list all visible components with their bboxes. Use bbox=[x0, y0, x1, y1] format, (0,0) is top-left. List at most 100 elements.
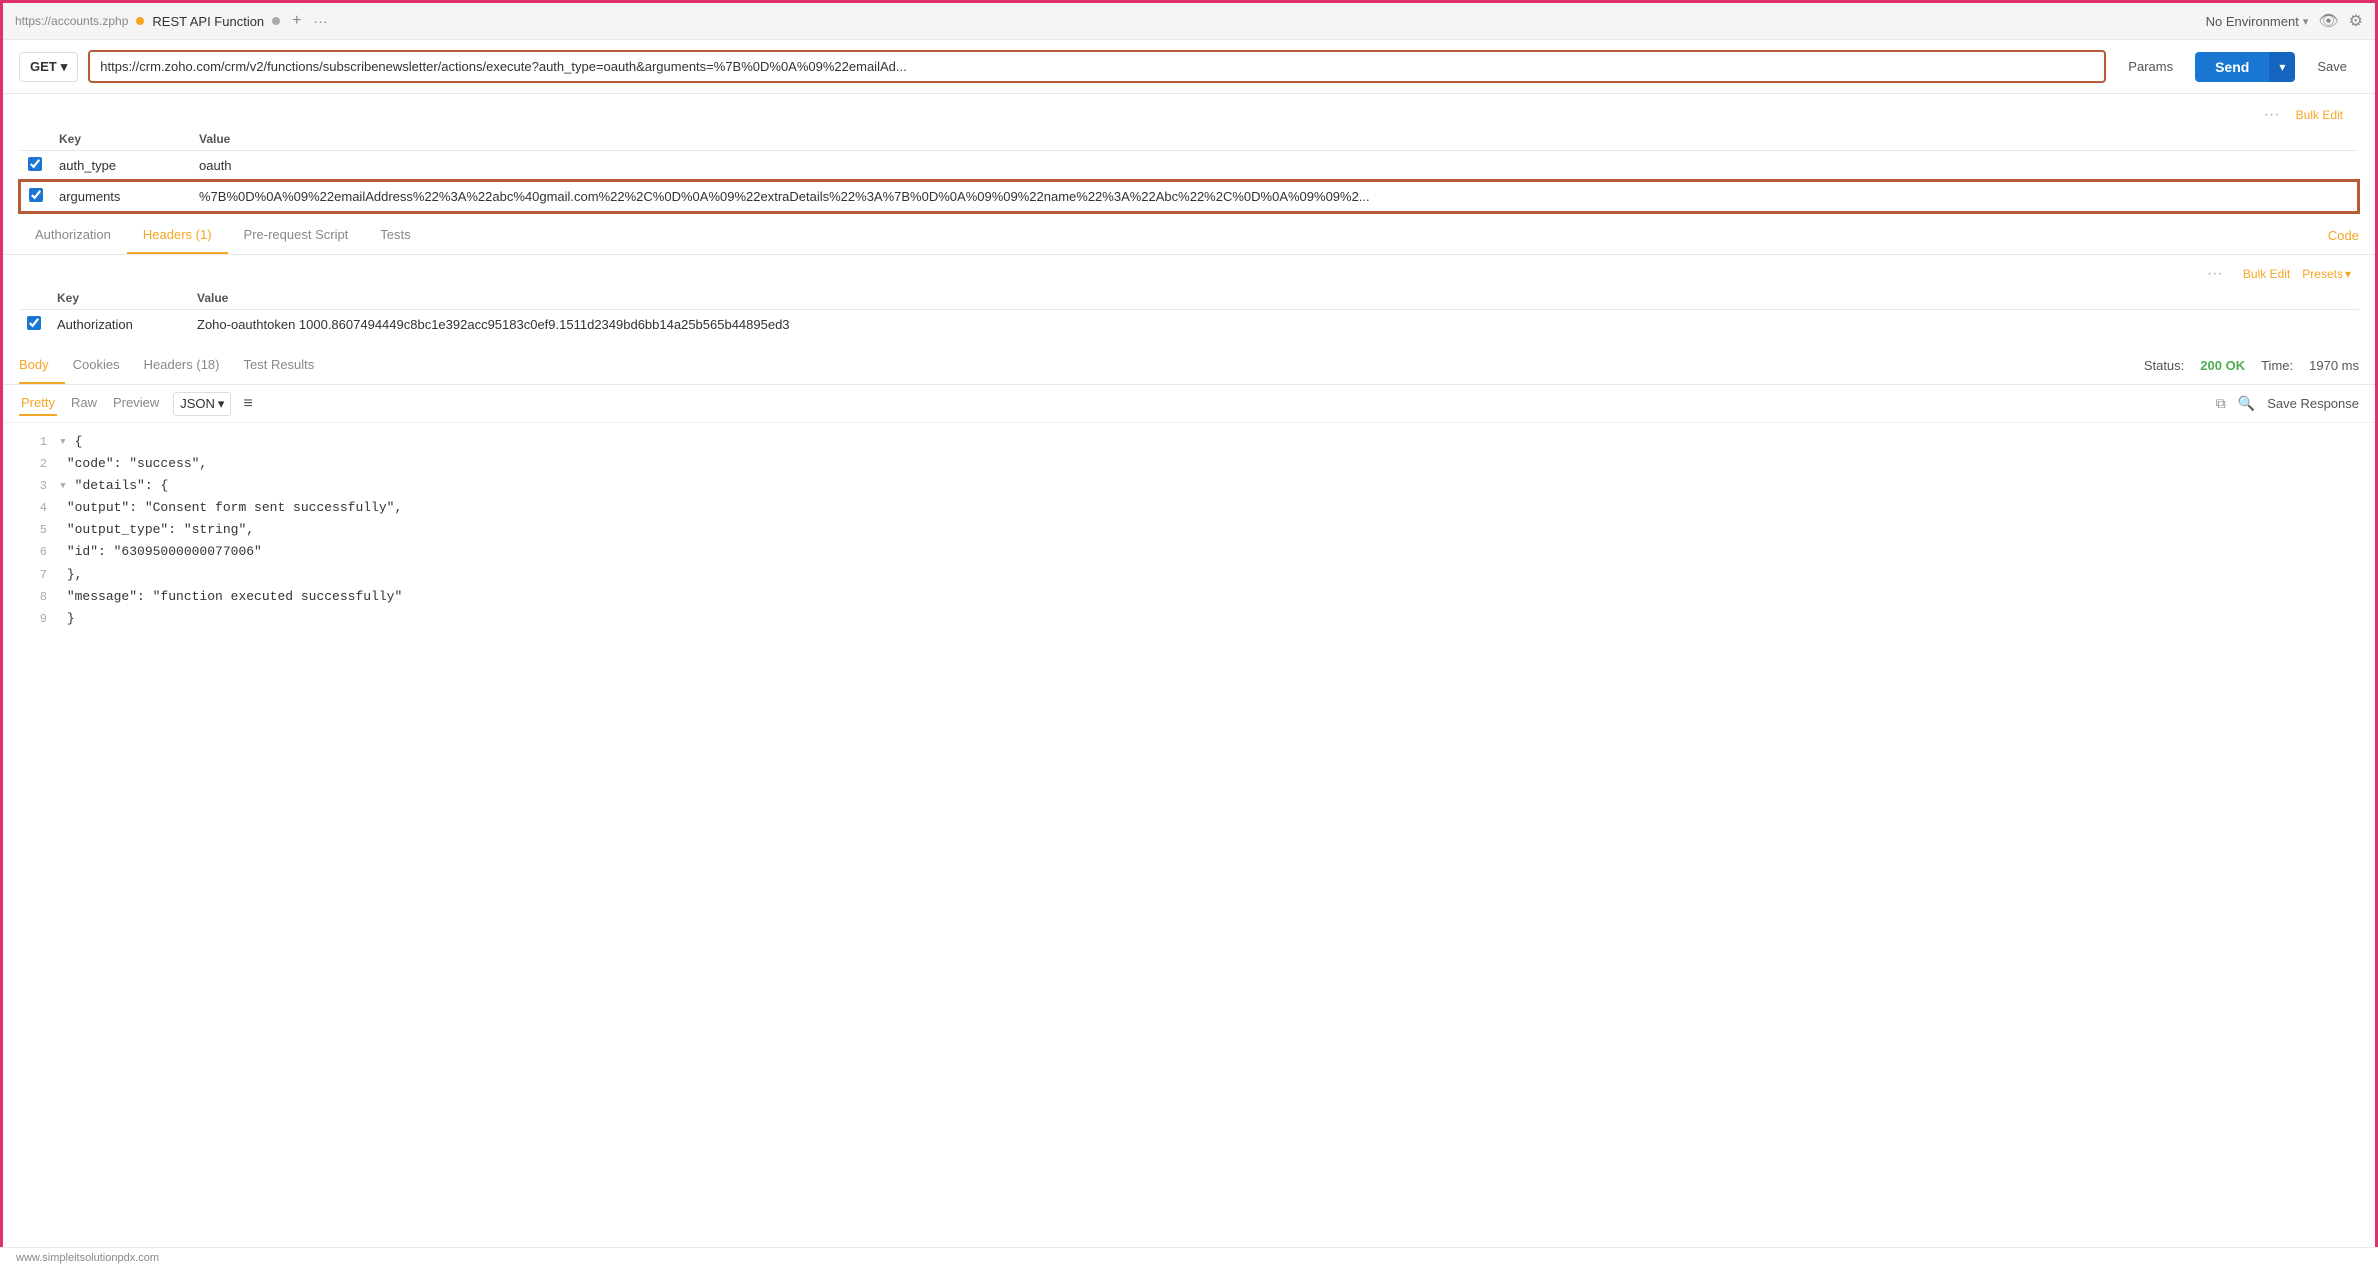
resp-tab-cookies[interactable]: Cookies bbox=[73, 347, 136, 384]
params-row-checkbox[interactable] bbox=[29, 188, 43, 202]
json-line: 1▾ { bbox=[19, 431, 2359, 453]
tab-pre-request-script[interactable]: Pre-request Script bbox=[228, 217, 365, 254]
presets-chevron-icon: ▾ bbox=[2345, 267, 2351, 281]
resp-tab-test-results[interactable]: Test Results bbox=[243, 347, 330, 384]
line-number: 2 bbox=[19, 454, 47, 474]
eye-icon[interactable]: 👁 bbox=[2318, 11, 2338, 31]
format-right-controls: ⧉ 🔍 Save Response bbox=[2216, 395, 2359, 412]
status-label: Status: bbox=[2144, 358, 2184, 373]
line-number: 8 bbox=[19, 587, 47, 607]
headers-row-checkbox[interactable] bbox=[27, 316, 41, 330]
params-col-check bbox=[20, 128, 51, 151]
search-icon[interactable]: 🔍 bbox=[2238, 395, 2255, 412]
copy-icon[interactable]: ⧉ bbox=[2216, 395, 2226, 412]
fmt-tab-preview[interactable]: Preview bbox=[111, 391, 161, 416]
method-label: GET bbox=[30, 59, 57, 74]
headers-table: Key Value Authorization Zoho-oauthtoken … bbox=[19, 287, 2359, 339]
code-button[interactable]: Code bbox=[2328, 218, 2359, 253]
line-number: 4 bbox=[19, 498, 47, 518]
line-number: 9 bbox=[19, 609, 47, 629]
json-line: 3 ▾ "details": { bbox=[19, 475, 2359, 497]
json-body: 1▾ {2 "code": "success", 3 ▾ "details": { 4… bbox=[3, 423, 2375, 638]
params-row: auth_type oauth bbox=[20, 151, 2358, 182]
json-content: }, bbox=[67, 567, 83, 582]
response-tabs-bar: Body Cookies Headers (18) Test Results S… bbox=[3, 347, 2375, 385]
url-input[interactable]: https://crm.zoho.com/crm/v2/functions/su… bbox=[88, 50, 2106, 83]
headers-row-value: Zoho-oauthtoken 1000.8607494449c8bc1e392… bbox=[189, 310, 2359, 340]
params-more-icon[interactable]: ··· bbox=[2264, 106, 2280, 124]
headers-row: Authorization Zoho-oauthtoken 1000.86074… bbox=[19, 310, 2359, 340]
params-row-value: %7B%0D%0A%09%22emailAddress%22%3A%22abc%… bbox=[191, 181, 2358, 212]
wrap-icon[interactable]: ≡ bbox=[243, 395, 252, 413]
time-label: Time: bbox=[2261, 358, 2293, 373]
status-value: 200 OK bbox=[2200, 358, 2245, 373]
params-row-checkbox-cell bbox=[20, 151, 51, 182]
tab-authorization[interactable]: Authorization bbox=[19, 217, 127, 254]
json-line: 9 } bbox=[19, 608, 2359, 630]
tab-more-button[interactable]: ··· bbox=[314, 13, 328, 29]
tab-tests[interactable]: Tests bbox=[364, 217, 426, 254]
json-line: 4 "output": "Consent form sent successfu… bbox=[19, 497, 2359, 519]
params-col-key: Key bbox=[51, 128, 191, 151]
collapse-arrow[interactable]: ▾ bbox=[59, 478, 75, 493]
headers-presets-button[interactable]: Presets ▾ bbox=[2302, 267, 2351, 281]
tab-dot-status bbox=[272, 17, 280, 25]
send-dropdown-button[interactable]: ▾ bbox=[2269, 52, 2295, 82]
json-content: } bbox=[67, 611, 75, 626]
tab-headers[interactable]: Headers (1) bbox=[127, 217, 228, 254]
fmt-tab-raw[interactable]: Raw bbox=[69, 391, 99, 416]
environment-label: No Environment bbox=[2206, 14, 2299, 29]
headers-bulk-row: ··· Bulk Edit Presets ▾ bbox=[19, 261, 2359, 287]
json-content: { bbox=[75, 434, 83, 449]
gear-icon[interactable]: ⚙ bbox=[2349, 11, 2363, 31]
params-row-value: oauth bbox=[191, 151, 2358, 182]
footer-text: www.simpleitsolution​pdx.com bbox=[16, 1252, 159, 1264]
headers-col-value: Value bbox=[189, 287, 2359, 310]
fmt-tab-pretty[interactable]: Pretty bbox=[19, 391, 57, 416]
json-chevron-icon: ▾ bbox=[218, 396, 225, 412]
params-row-key: auth_type bbox=[51, 151, 191, 182]
line-number: 3 bbox=[19, 476, 47, 496]
environment-selector[interactable]: No Environment ▾ bbox=[2206, 14, 2309, 29]
collapse-arrow[interactable]: ▾ bbox=[59, 434, 75, 449]
json-line: 7 }, bbox=[19, 564, 2359, 586]
footer: www.simpleitsolution​pdx.com bbox=[0, 1247, 2378, 1268]
params-row-checkbox-cell bbox=[20, 181, 51, 212]
json-content: "id": "63095000000077006" bbox=[67, 544, 262, 559]
json-line: 8 "message": "function executed successf… bbox=[19, 586, 2359, 608]
send-button[interactable]: Send bbox=[2195, 52, 2269, 82]
headers-row-checkbox-cell bbox=[19, 310, 49, 340]
send-button-group: Send ▾ bbox=[2195, 52, 2295, 82]
tab-url: https://accounts.zphp bbox=[15, 14, 128, 28]
resp-tab-body[interactable]: Body bbox=[19, 347, 65, 384]
method-selector[interactable]: GET ▾ bbox=[19, 52, 78, 82]
line-number: 5 bbox=[19, 520, 47, 540]
params-bulk-edit-button[interactable]: Bulk Edit bbox=[2288, 104, 2351, 126]
top-right-controls: No Environment ▾ 👁 ⚙ bbox=[2206, 11, 2363, 31]
new-tab-button[interactable]: + bbox=[288, 12, 305, 30]
method-chevron-icon: ▾ bbox=[61, 59, 68, 75]
params-row-checkbox[interactable] bbox=[28, 157, 42, 171]
tab-name[interactable]: REST API Function bbox=[152, 14, 264, 29]
chevron-down-icon: ▾ bbox=[2303, 15, 2309, 28]
params-section: ··· Bulk Edit Key Value auth_type oauth … bbox=[3, 94, 2375, 213]
headers-more-icon[interactable]: ··· bbox=[2207, 265, 2223, 283]
tab-dot-orange bbox=[136, 17, 144, 25]
headers-bulk-edit-button[interactable]: Bulk Edit bbox=[2243, 267, 2290, 281]
params-button[interactable]: Params bbox=[2116, 53, 2185, 80]
json-line: 6 "id": "63095000000077006" bbox=[19, 541, 2359, 563]
json-format-selector[interactable]: JSON ▾ bbox=[173, 392, 231, 416]
resp-tab-headers[interactable]: Headers (18) bbox=[144, 347, 236, 384]
params-col-value: Value bbox=[191, 128, 2358, 151]
json-content: "code": "success", bbox=[67, 456, 207, 471]
request-tabs: Authorization Headers (1) Pre-request Sc… bbox=[3, 217, 2375, 255]
json-line: 5 "output_type": "string", bbox=[19, 519, 2359, 541]
params-row: arguments %7B%0D%0A%09%22emailAddress%22… bbox=[20, 181, 2358, 212]
save-button[interactable]: Save bbox=[2305, 53, 2359, 80]
headers-col-key: Key bbox=[49, 287, 189, 310]
json-content: "details": { bbox=[75, 478, 169, 493]
url-bar: GET ▾ https://crm.zoho.com/crm/v2/functi… bbox=[3, 40, 2375, 94]
line-number: 6 bbox=[19, 542, 47, 562]
save-response-button[interactable]: Save Response bbox=[2267, 396, 2359, 411]
params-table: Key Value auth_type oauth arguments %7B%… bbox=[19, 128, 2359, 213]
